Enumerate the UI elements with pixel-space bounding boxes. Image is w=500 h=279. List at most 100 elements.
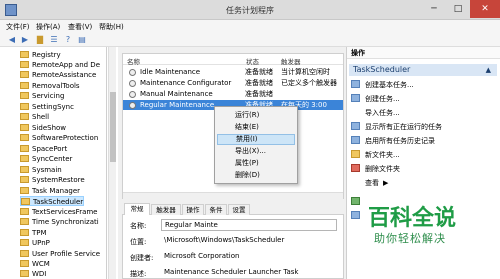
action-enable-history[interactable]: 启用所有任务历史记录 bbox=[351, 136, 435, 147]
horizontal-scrollbar[interactable] bbox=[123, 192, 343, 199]
menu-item-end[interactable]: 结束(E) bbox=[217, 122, 295, 133]
folder-icon bbox=[20, 208, 29, 215]
clock-icon bbox=[129, 102, 136, 109]
tree-item[interactable]: WDI bbox=[20, 269, 46, 279]
tree-item[interactable]: UPnP bbox=[20, 238, 50, 248]
menu-item-properties[interactable]: 属性(P) bbox=[217, 158, 295, 169]
create-basic-task-icon bbox=[351, 80, 360, 88]
menu-view[interactable]: 查看(V) bbox=[68, 22, 92, 32]
clock-icon bbox=[129, 91, 136, 98]
folder-icon bbox=[20, 51, 29, 58]
create-task-icon bbox=[351, 94, 360, 102]
tree-item[interactable]: Sysmain bbox=[20, 165, 62, 175]
refresh-icon bbox=[351, 197, 360, 205]
tab-triggers[interactable]: 触发器 bbox=[151, 204, 181, 215]
folder-icon bbox=[20, 239, 29, 246]
tree-item[interactable]: RemovalTools bbox=[20, 81, 80, 91]
forward-arrow-icon[interactable]: ▶ bbox=[19, 35, 31, 45]
minimize-button[interactable]: ─ bbox=[422, 0, 446, 18]
menu-item-run[interactable]: 运行(R) bbox=[217, 110, 295, 121]
tab-actions[interactable]: 操作 bbox=[182, 204, 204, 215]
tree-item[interactable]: Shell bbox=[20, 112, 49, 122]
task-row[interactable]: Idle Maintenance 准备就绪 当计算机空闲时 bbox=[123, 67, 343, 77]
tree-item[interactable]: SettingSync bbox=[20, 102, 74, 112]
menu-file[interactable]: 文件(F) bbox=[6, 22, 30, 32]
description-value: Maintenance Scheduler Launcher Task bbox=[164, 268, 299, 276]
tree-item[interactable]: SoftwareProtection bbox=[20, 133, 98, 143]
folder-icon bbox=[20, 155, 29, 162]
action-import-task[interactable]: 导入任务... bbox=[351, 108, 400, 119]
tree-item[interactable]: Registry bbox=[20, 50, 61, 60]
author-label: 创建者: bbox=[130, 254, 154, 262]
collapse-arrow-icon[interactable]: ▲ bbox=[486, 64, 491, 76]
column-header-name[interactable]: 名称 bbox=[127, 56, 140, 66]
tree-item[interactable]: TPM bbox=[20, 228, 47, 238]
tree-item-taskscheduler[interactable]: TaskScheduler bbox=[20, 196, 85, 206]
action-delete-folder[interactable]: 删除文件夹 bbox=[351, 164, 400, 175]
tree-item[interactable]: WCM bbox=[20, 259, 50, 269]
menu-item-delete[interactable]: 删除(D) bbox=[217, 170, 295, 181]
watermark-title: 百科全说 bbox=[368, 206, 457, 231]
action-view[interactable]: 查看 ▶ bbox=[351, 178, 388, 189]
column-header-trigger[interactable]: 触发器 bbox=[281, 56, 301, 66]
tree-item[interactable]: Time Synchronizati bbox=[20, 217, 99, 227]
action-icon-row[interactable] bbox=[351, 211, 365, 222]
action-create-basic-task[interactable]: 创建基本任务... bbox=[351, 80, 414, 91]
folder-icon bbox=[20, 71, 29, 78]
help-icon[interactable]: ? bbox=[62, 35, 74, 45]
list-header: 名称 状态 触发器 bbox=[123, 54, 343, 66]
action-icon-row[interactable] bbox=[351, 197, 365, 208]
close-button[interactable]: ✕ bbox=[470, 0, 500, 18]
folder-icon bbox=[20, 113, 29, 120]
clock-icon bbox=[129, 80, 136, 87]
action-create-task[interactable]: 创建任务... bbox=[351, 94, 400, 105]
actions-header: 操作 bbox=[347, 47, 500, 59]
running-tasks-icon bbox=[351, 122, 360, 130]
author-value: Microsoft Corporation bbox=[164, 252, 240, 260]
properties-icon[interactable]: ▤ bbox=[76, 35, 88, 45]
tab-settings[interactable]: 设置 bbox=[228, 204, 250, 215]
menu-action[interactable]: 操作(A) bbox=[36, 22, 60, 32]
name-field: Regular Mainte bbox=[161, 219, 337, 231]
task-row[interactable]: Manual Maintenance 准备就绪 bbox=[123, 89, 343, 99]
tree-item[interactable]: RemoteAssistance bbox=[20, 70, 96, 80]
menu-item-disable[interactable]: 禁用(I) bbox=[217, 134, 295, 145]
maximize-button[interactable]: □ bbox=[446, 0, 470, 18]
folder-icon bbox=[20, 260, 29, 267]
column-header-status[interactable]: 状态 bbox=[246, 56, 259, 66]
folder-icon bbox=[20, 250, 29, 257]
folder-tree: Registry RemoteApp and De RemoteAssistan… bbox=[0, 47, 107, 279]
back-arrow-icon[interactable]: ◀ bbox=[6, 35, 18, 45]
help-icon bbox=[351, 211, 360, 219]
tree-item[interactable]: RemoteApp and De bbox=[20, 60, 100, 70]
list-view-icon[interactable]: ☰ bbox=[48, 35, 60, 45]
menu-bar: 文件(F) 操作(A) 查看(V) 帮助(H) bbox=[0, 20, 500, 33]
action-new-folder[interactable]: 新文件夹... bbox=[351, 150, 400, 161]
tree-item[interactable]: Servicing bbox=[20, 91, 64, 101]
clock-icon bbox=[129, 69, 136, 76]
tree-item[interactable]: SideShow bbox=[20, 123, 66, 133]
tree-item[interactable]: SyncCenter bbox=[20, 154, 72, 164]
tree-item[interactable]: User Profile Service bbox=[20, 249, 100, 259]
tree-item[interactable]: Task Manager bbox=[20, 186, 80, 196]
folder-icon bbox=[20, 82, 29, 89]
title-bar: 任务计划程序 ─ □ ✕ bbox=[0, 0, 500, 20]
import-icon bbox=[351, 108, 360, 116]
menu-item-export[interactable]: 导出(X)... bbox=[217, 146, 295, 157]
folder-icon[interactable]: ▇ bbox=[34, 35, 46, 45]
new-folder-icon bbox=[351, 150, 360, 158]
tree-item[interactable]: TextServicesFrame bbox=[20, 207, 98, 217]
tree-item[interactable]: SystemRestore bbox=[20, 175, 85, 185]
menu-help[interactable]: 帮助(H) bbox=[99, 22, 124, 32]
tree-item[interactable]: SpacePort bbox=[20, 144, 67, 154]
scrollbar-thumb[interactable] bbox=[110, 92, 116, 162]
general-details: 名称: Regular Mainte 位置: \Microsoft\Window… bbox=[122, 215, 344, 279]
delete-icon bbox=[351, 164, 360, 172]
task-row[interactable]: Maintenance Configurator 准备就绪 已定义多个触发器 bbox=[123, 78, 343, 88]
watermark-subtitle: 助你轻松解决 bbox=[374, 232, 446, 245]
folder-icon bbox=[20, 92, 29, 99]
tree-scrollbar[interactable] bbox=[108, 47, 116, 279]
action-show-running-tasks[interactable]: 显示所有正在运行的任务 bbox=[351, 122, 442, 133]
tab-conditions[interactable]: 条件 bbox=[205, 204, 227, 215]
actions-section-taskscheduler[interactable]: TaskScheduler ▲ bbox=[349, 64, 497, 76]
